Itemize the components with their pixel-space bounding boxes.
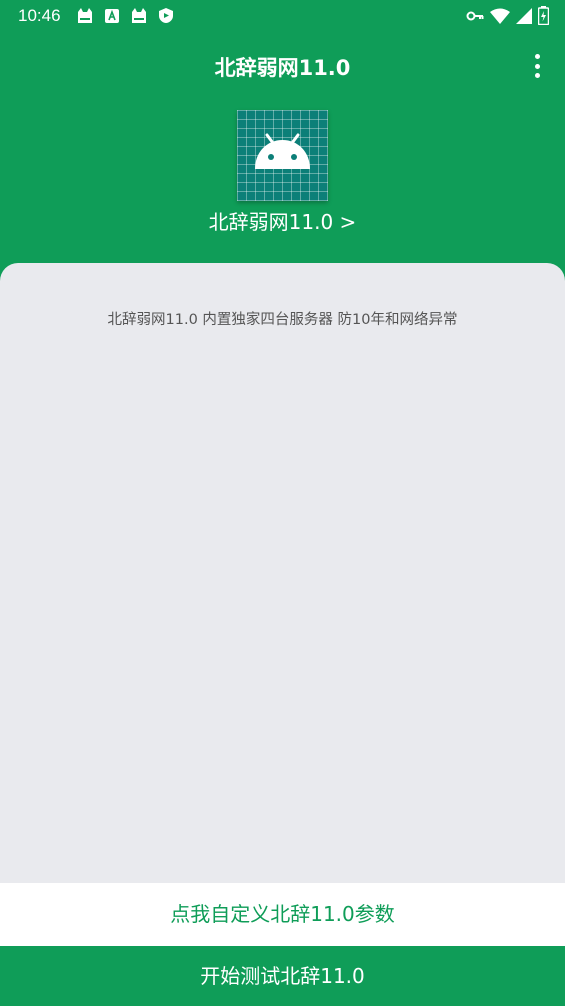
content-card: 北辞弱网11.0 内置独家四台服务器 防10年和网络异常 [0, 263, 565, 883]
cat-icon [76, 7, 94, 24]
menu-dot [534, 73, 540, 78]
app-bar: 北辞弱网11.0 [0, 40, 565, 92]
vpn-key-icon [466, 10, 484, 22]
app-screen: 10:46 北辞弱网11.0 北辞弱网11.0 > 北辞弱网11.0 内置独家四… [0, 0, 565, 1006]
shield-icon [158, 7, 174, 24]
notification-icons [76, 7, 174, 24]
description-text: 北辞弱网11.0 内置独家四台服务器 防10年和网络异常 [107, 312, 458, 328]
android-icon [255, 133, 310, 169]
status-time: 10:46 [18, 6, 61, 25]
cat-icon [130, 7, 148, 24]
page-title: 北辞弱网11.0 [214, 56, 351, 80]
app-name-link[interactable]: 北辞弱网11.0 > [0, 206, 565, 235]
signal-icon [516, 7, 532, 24]
more-vert-icon[interactable] [525, 52, 549, 80]
a-icon [104, 7, 120, 24]
wifi-icon [490, 8, 510, 24]
start-test-button[interactable]: 开始测试北辞11.0 [0, 946, 565, 1006]
status-bar: 10:46 [0, 0, 565, 32]
customize-params-button[interactable]: 点我自定义北辞11.0参数 [0, 883, 565, 946]
app-logo [237, 110, 328, 201]
battery-icon [538, 6, 549, 25]
system-status-icons [466, 6, 549, 25]
menu-dot [534, 54, 540, 59]
menu-dot [534, 63, 540, 69]
